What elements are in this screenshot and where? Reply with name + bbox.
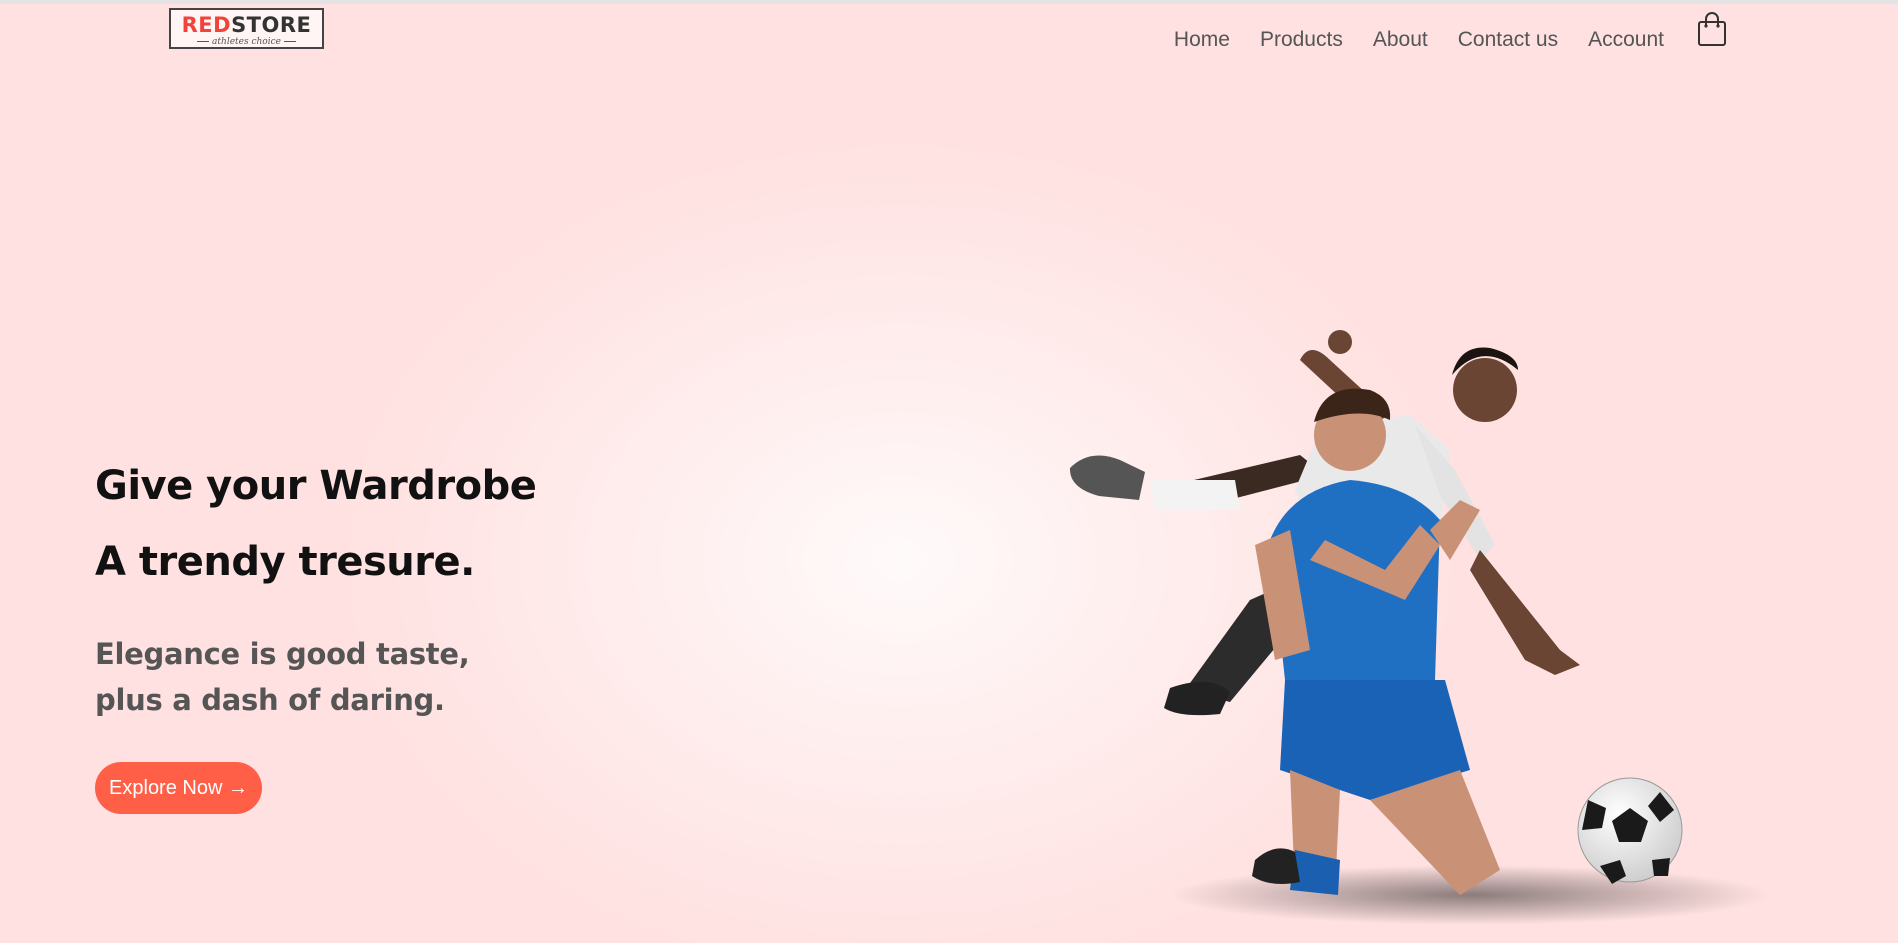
nav-products[interactable]: Products (1260, 27, 1343, 53)
hero-subtitle-line-2: plus a dash of daring. (95, 683, 445, 717)
nav-contact-us[interactable]: Contact us (1458, 27, 1558, 53)
hero-subtitle-line-1: Elegance is good taste, (95, 637, 470, 671)
browser-top-border (0, 0, 1898, 4)
logo-wordmark: REDSTORE (181, 13, 312, 37)
logo-tagline: athletes choice (171, 37, 322, 47)
page: REDSTORE athletes choice Home Products A… (0, 0, 1898, 943)
main-nav: Home Products About Contact us Account (1144, 27, 1664, 53)
nav-about[interactable]: About (1373, 27, 1428, 53)
hero-football-players-image (1069, 330, 1770, 925)
nav-home[interactable]: Home (1174, 27, 1230, 53)
hero-title-line-1: Give your Wardrobe (95, 463, 537, 509)
redstore-logo[interactable]: REDSTORE athletes choice (169, 8, 324, 49)
explore-now-button[interactable]: Explore Now → (95, 762, 262, 814)
shopping-bag-icon[interactable] (1697, 11, 1727, 47)
hero-title-line-2: A trendy tresure. (95, 539, 475, 585)
nav-account[interactable]: Account (1588, 27, 1664, 53)
